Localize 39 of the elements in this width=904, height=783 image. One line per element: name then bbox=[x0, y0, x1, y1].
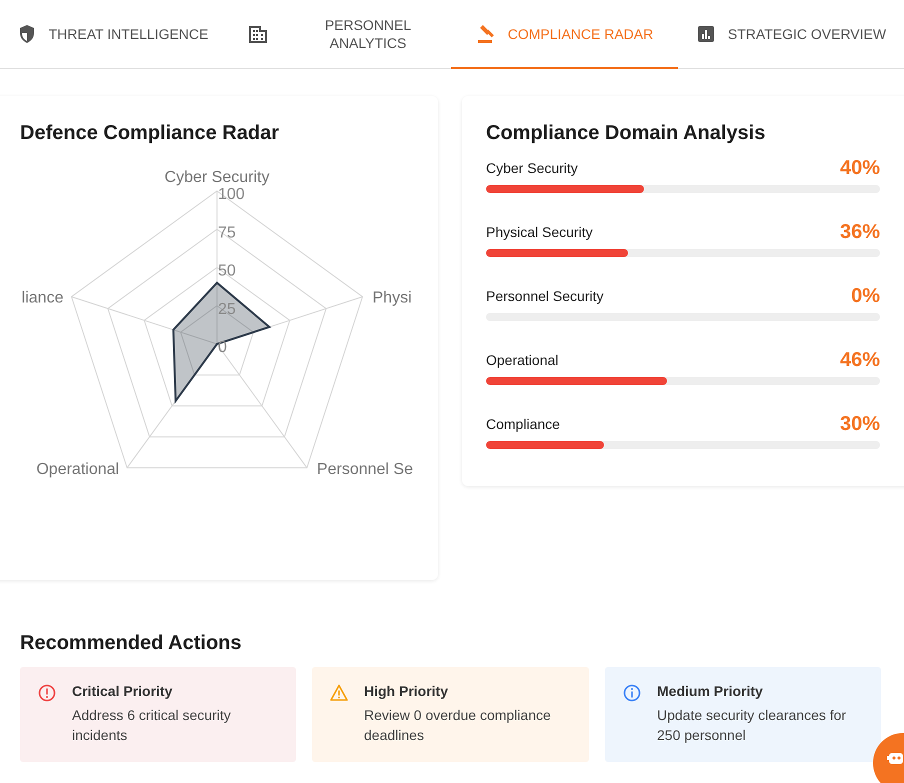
warning-icon bbox=[330, 684, 348, 702]
alert-circle-icon bbox=[38, 684, 56, 702]
robot-icon bbox=[887, 751, 904, 765]
tab[interactable]: STRATEGIC OVERVIEW bbox=[678, 0, 904, 69]
axis-label: liance bbox=[22, 290, 64, 307]
action-title: Critical Priority bbox=[72, 683, 174, 699]
section-title: Recommended Actions bbox=[20, 632, 243, 655]
action-title: High Priority bbox=[364, 683, 450, 699]
domain-label: Cyber Security bbox=[486, 160, 578, 176]
domain-label: Compliance bbox=[486, 416, 560, 432]
info-icon bbox=[623, 684, 641, 702]
card-title: Defence Compliance Radar bbox=[20, 122, 280, 145]
percent-value: 0% bbox=[851, 284, 880, 308]
tick-label: 100 bbox=[218, 186, 245, 203]
action-text: Review 0 overdue compliance deadlines bbox=[364, 706, 552, 745]
action-text: Update security clearances for 250 personnel bbox=[657, 706, 848, 745]
percent-value: 30% bbox=[840, 412, 880, 436]
domain-label: Operational bbox=[486, 352, 558, 368]
percent-value: 36% bbox=[840, 220, 880, 244]
tab[interactable]: THREAT INTELLIGENCE bbox=[0, 0, 225, 69]
action-title: Medium Priority bbox=[657, 683, 764, 699]
domain-label: Personnel Security bbox=[486, 288, 604, 304]
percent-value: 46% bbox=[840, 348, 880, 372]
building-icon bbox=[248, 24, 268, 44]
gavel-icon bbox=[476, 24, 496, 44]
card-title: Compliance Domain Analysis bbox=[486, 122, 766, 145]
tab[interactable]: PERSONNEL ANALYTICS bbox=[225, 0, 451, 69]
tick-label: 75 bbox=[218, 224, 236, 242]
axis-label: Cyber Security bbox=[164, 169, 270, 186]
action-text: Address 6 critical security incidents bbox=[72, 706, 232, 745]
domain-label: Physical Security bbox=[486, 224, 593, 240]
tick-label: 25 bbox=[218, 300, 236, 318]
axis-label: Personnel Se bbox=[316, 460, 413, 478]
bar-chart-icon bbox=[696, 24, 716, 44]
axis-label: Operational bbox=[36, 460, 120, 478]
tick-label: 50 bbox=[218, 262, 236, 280]
tick-label: 0 bbox=[218, 339, 227, 356]
axis-label: Physi bbox=[372, 290, 412, 307]
percent-value: 40% bbox=[840, 156, 880, 180]
